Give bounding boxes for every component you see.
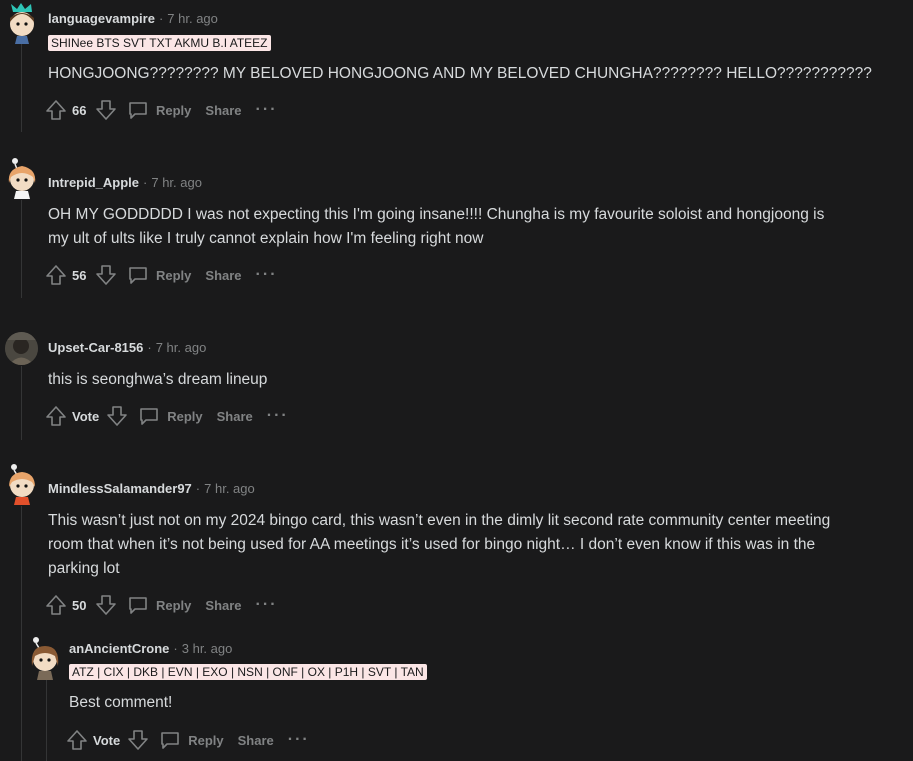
- share-button[interactable]: Share: [238, 733, 274, 748]
- comment-body-line: This wasn’t just not on my 2024 bingo ca…: [48, 512, 831, 529]
- reply-button[interactable]: Reply: [126, 263, 191, 287]
- comment-body-line: OH MY GODDDDD I was not expecting this I…: [48, 206, 825, 223]
- more-icon[interactable]: ···: [256, 266, 278, 284]
- upvote-icon[interactable]: [44, 263, 68, 287]
- reply-label: Reply: [167, 408, 203, 424]
- more-icon[interactable]: ···: [288, 731, 310, 749]
- comment-meta: MindlessSalamander97 · 7 hr. ago: [48, 481, 255, 497]
- vote-label: Vote: [93, 732, 121, 748]
- comment-bubble-icon: [126, 593, 150, 617]
- vote-score: 56: [72, 267, 87, 283]
- avatar[interactable]: [5, 157, 39, 199]
- upvote-icon[interactable]: [65, 728, 89, 752]
- reply-label: Reply: [156, 597, 192, 613]
- comment-meta: anAncientCrone · 3 hr. ago: [69, 641, 232, 657]
- comment-bubble-icon: [126, 263, 150, 287]
- comment-bubble-icon: [126, 98, 150, 122]
- username[interactable]: MindlessSalamander97: [48, 481, 192, 496]
- separator-dot: ·: [173, 641, 178, 656]
- comment-body: Best comment!: [69, 694, 173, 711]
- comment-body: This wasn’t just not on my 2024 bingo ca…: [48, 509, 830, 581]
- separator-dot: ·: [158, 11, 164, 26]
- thread-line[interactable]: [21, 366, 22, 440]
- reply-label: Reply: [156, 267, 192, 283]
- comment-body-line: room that when it’s not being used for A…: [48, 536, 816, 553]
- username[interactable]: Intrepid_Apple: [48, 175, 139, 190]
- downvote-icon[interactable]: [94, 263, 118, 287]
- more-icon[interactable]: ···: [267, 407, 289, 425]
- user-flair: SHINee BTS SVT TXT AKMU B.I ATEEZ: [48, 35, 271, 51]
- comment-bubble-icon: [158, 728, 182, 752]
- reply-button[interactable]: Reply: [126, 593, 191, 617]
- comment-bubble-icon: [137, 404, 161, 428]
- username[interactable]: languagevampire: [48, 11, 155, 26]
- share-button[interactable]: Share: [205, 103, 241, 118]
- downvote-icon[interactable]: [94, 593, 118, 617]
- vote-label: Vote: [72, 408, 100, 424]
- timestamp[interactable]: 7 hr. ago: [167, 11, 218, 26]
- vote-score: 50: [72, 597, 87, 613]
- comment-actions: 56 Reply Share ···: [44, 263, 278, 287]
- reply-button[interactable]: Reply: [126, 98, 191, 122]
- thread-line[interactable]: [21, 44, 22, 132]
- avatar[interactable]: [28, 636, 62, 680]
- comment-meta: Upset-Car-8156 · 7 hr. ago: [48, 340, 206, 356]
- comment-body-line: parking lot: [48, 560, 120, 577]
- comment-body: HONGJOONG???????? MY BELOVED HONGJOONG A…: [48, 65, 872, 82]
- timestamp[interactable]: 3 hr. ago: [182, 641, 233, 656]
- user-flair: ATZ | CIX | DKB | EVN | EXO | NSN | ONF …: [69, 664, 427, 680]
- thread-line[interactable]: [21, 506, 22, 761]
- timestamp[interactable]: 7 hr. ago: [156, 340, 207, 355]
- downvote-icon[interactable]: [105, 404, 129, 428]
- separator-dot: ·: [195, 481, 201, 496]
- downvote-icon[interactable]: [126, 728, 150, 752]
- reply-button[interactable]: Reply: [158, 728, 224, 752]
- timestamp[interactable]: 7 hr. ago: [151, 175, 202, 190]
- separator-dot: ·: [143, 175, 148, 190]
- share-button[interactable]: Share: [205, 598, 241, 613]
- upvote-icon[interactable]: [44, 404, 68, 428]
- thread-line[interactable]: [21, 200, 22, 298]
- reply-label: Reply: [156, 102, 192, 118]
- vote-score: 66: [72, 102, 87, 118]
- more-icon[interactable]: ···: [256, 101, 278, 119]
- comment-body: this is seonghwa’s dream lineup: [48, 371, 268, 388]
- comment-body-line: my ult of ults like I truly cannot expla…: [48, 230, 484, 247]
- downvote-icon[interactable]: [94, 98, 118, 122]
- comment-meta: Intrepid_Apple · 7 hr. ago: [48, 175, 202, 191]
- avatar[interactable]: [5, 2, 39, 44]
- upvote-icon[interactable]: [44, 98, 68, 122]
- reply-label: Reply: [188, 732, 224, 748]
- timestamp[interactable]: 7 hr. ago: [204, 481, 255, 496]
- avatar[interactable]: [5, 332, 38, 365]
- more-icon[interactable]: ···: [256, 596, 278, 614]
- comment-actions: Vote Reply Share ···: [65, 728, 310, 752]
- reply-button[interactable]: Reply: [137, 404, 203, 428]
- comment-body: OH MY GODDDDD I was not expecting this I…: [48, 203, 824, 251]
- share-button[interactable]: Share: [217, 409, 253, 424]
- separator-dot: ·: [147, 340, 152, 355]
- share-button[interactable]: Share: [205, 268, 241, 283]
- thread-line[interactable]: [46, 680, 47, 761]
- username[interactable]: anAncientCrone: [69, 641, 169, 656]
- username[interactable]: Upset-Car-8156: [48, 340, 143, 355]
- upvote-icon[interactable]: [44, 593, 68, 617]
- comment-actions: 66 Reply Share ···: [44, 98, 278, 122]
- comment-meta: languagevampire · 7 hr. ago: [48, 11, 218, 27]
- comment-actions: Vote Reply Share ···: [44, 404, 289, 428]
- avatar[interactable]: [5, 463, 39, 505]
- comment-actions: 50 Reply Share ···: [44, 593, 278, 617]
